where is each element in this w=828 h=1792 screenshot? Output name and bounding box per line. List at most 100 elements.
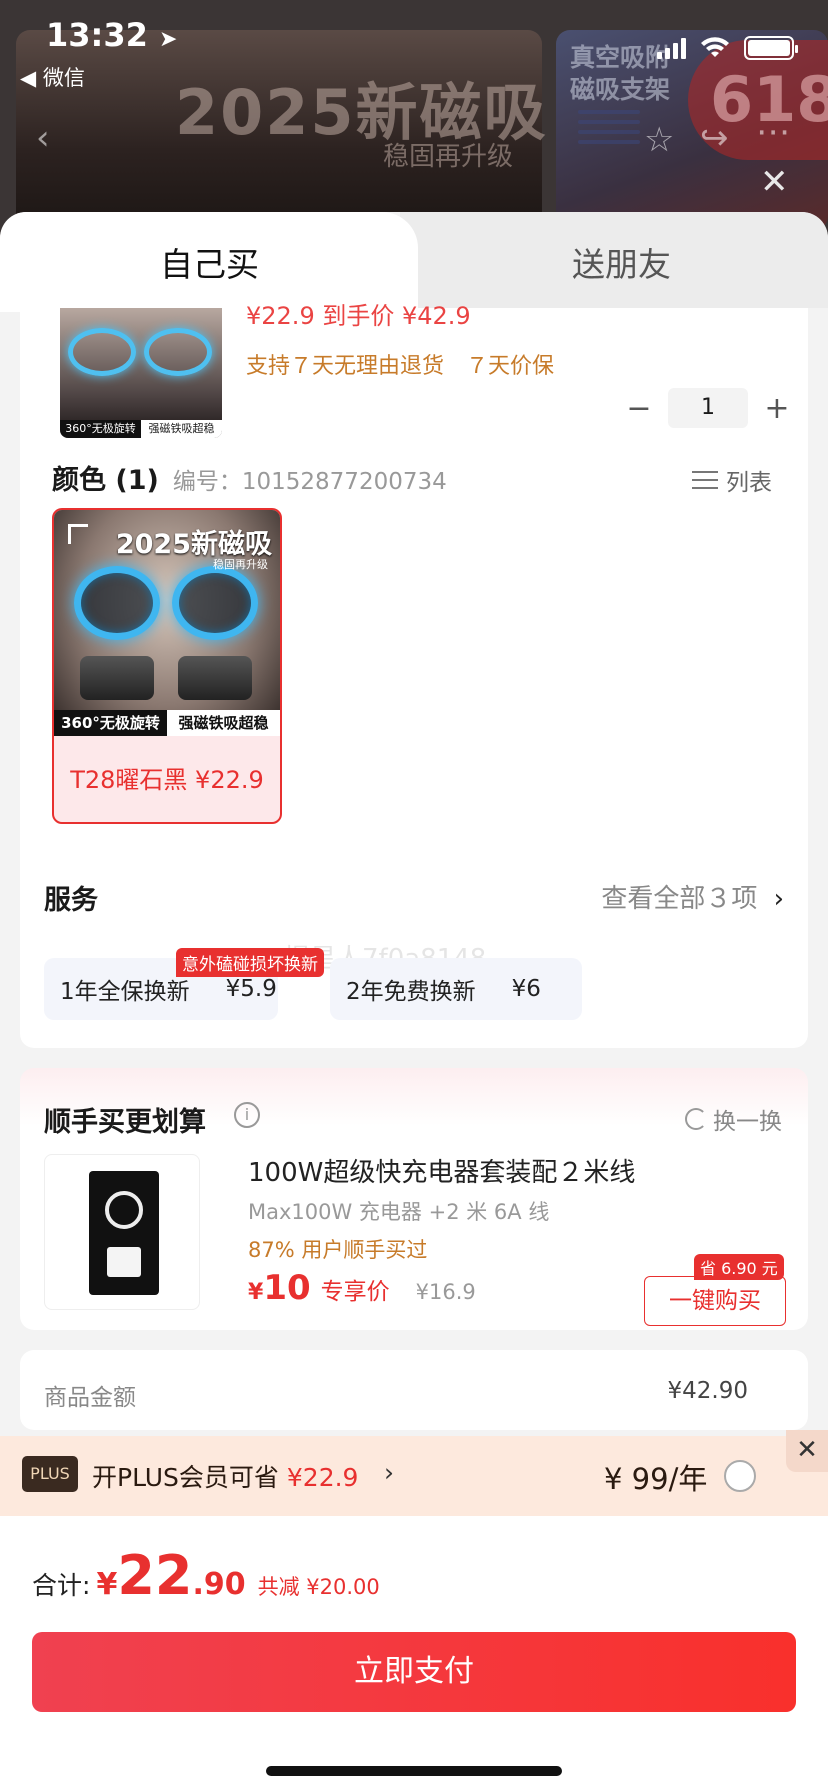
amount-card: 商品金额 ¥42.90 — [20, 1350, 808, 1430]
thumb-title-line: 真空吸附 — [570, 43, 671, 72]
wifi-icon — [701, 37, 729, 57]
thumb-tag — [578, 130, 640, 134]
list-view-toggle[interactable]: 列表 — [692, 463, 772, 497]
service-name: 2年免费换新 — [346, 979, 476, 1005]
info-icon[interactable]: i — [234, 1102, 260, 1128]
plus-select-radio[interactable] — [724, 1460, 756, 1492]
service-option-2[interactable]: 2年免费换新 ¥6 — [330, 958, 582, 1020]
expand-icon[interactable] — [68, 524, 88, 544]
cable-coil — [105, 1191, 143, 1229]
addon-bought-rate: 87% 用户顺手买过 — [248, 1238, 428, 1262]
thumb-title-line: 磁吸支架 — [570, 75, 671, 104]
total-label: 商品金额 — [44, 1385, 136, 1411]
product-ring — [144, 328, 212, 376]
plus-promo-label: 开PLUS会员可省 — [92, 1463, 279, 1492]
charger-box — [89, 1171, 159, 1295]
thumb-tag — [578, 110, 640, 114]
addon-save-tag: 省 6.90 元 — [694, 1254, 784, 1280]
service-price: ¥6 — [511, 976, 541, 1002]
product-options-card: 360°无极旋转 强磁铁吸超稳 ¥22.9 到手价 ¥42.9 支持７天无理由退… — [20, 302, 808, 1048]
variant-caption: 360°无极旋转 强磁铁吸超稳 — [54, 710, 280, 736]
addon-price: ¥ 10 专享价 ¥16.9 — [248, 1268, 476, 1308]
checkout-footer: 合计: ¥ 22 .90 共减 ¥20.00 立即支付 — [0, 1516, 828, 1792]
total-decimal: .90 — [192, 1567, 246, 1602]
color-title: 颜色 (1) — [52, 465, 159, 496]
decrease-quantity-button[interactable]: − — [618, 391, 660, 426]
chevron-right-icon[interactable]: › — [384, 1458, 394, 1487]
quantity-input[interactable]: 1 — [668, 388, 748, 428]
plus-membership-bar[interactable]: PLUS 开PLUS会员可省 ¥22.9 › ¥ 99/年 ✕ — [0, 1430, 828, 1516]
quantity-stepper: − 1 + — [618, 388, 798, 428]
charger-plug — [107, 1247, 141, 1277]
product-thumbnail[interactable]: 360°无极旋转 强磁铁吸超稳 — [60, 308, 222, 438]
view-all-services-link[interactable]: 查看全部３项 › — [601, 878, 784, 915]
more-icon[interactable]: ⋯ — [756, 112, 790, 152]
variant-image: 2025新磁吸 稳固再升级 360°无极旋转 强磁铁吸超稳 — [54, 510, 280, 736]
service-tag: 意外磕碰损坏换新 — [176, 948, 324, 977]
list-icon — [692, 468, 718, 492]
tab-gift-label[interactable]: 送朋友 — [572, 238, 671, 286]
refresh-icon — [685, 1108, 707, 1130]
chevron-right-icon: › — [773, 884, 784, 914]
back-arrow-icon[interactable]: ‹ — [36, 118, 50, 158]
addon-price-currency: ¥ — [248, 1280, 264, 1305]
product-caption: 360°无极旋转 强磁铁吸超稳 — [60, 420, 222, 438]
battery-icon — [744, 36, 798, 60]
increase-quantity-button[interactable]: + — [756, 391, 798, 426]
location-arrow-icon: ➤ — [159, 27, 178, 52]
service-header: 服务 查看全部３项 › — [44, 878, 784, 917]
signal-icon — [657, 37, 686, 59]
plus-save-amount: ¥22.9 — [286, 1463, 359, 1492]
variant-ring — [74, 566, 160, 640]
addon-product-image[interactable] — [44, 1154, 200, 1310]
addon-product-name[interactable]: 100W超级快充电器套装配２米线 — [248, 1152, 635, 1189]
banner-subtitle: 稳固再升级 — [383, 142, 514, 172]
addon-price-label: 专享价 — [320, 1279, 390, 1305]
refresh-label: 换一换 — [713, 1109, 782, 1135]
close-sheet-icon[interactable]: ✕ — [760, 162, 789, 202]
plus-badge: PLUS — [22, 1456, 78, 1492]
variant-base — [80, 656, 154, 700]
refresh-button[interactable]: 换一换 — [685, 1102, 782, 1136]
variant-ring — [172, 566, 258, 640]
color-section-header: 颜色 (1) 编号：10152877200734 — [52, 458, 447, 497]
variant-image-subtitle: 稳固再升级 — [213, 558, 268, 571]
total-currency: ¥ — [96, 1567, 118, 1602]
thumb-tags — [578, 110, 640, 150]
time-text: 13:32 — [46, 16, 148, 54]
total-integer: 22 — [117, 1544, 193, 1607]
close-icon[interactable]: ✕ — [786, 1430, 828, 1472]
variant-option-selected[interactable]: 2025新磁吸 稳固再升级 360°无极旋转 强磁铁吸超稳 T28曜石黑 ¥22… — [52, 508, 282, 824]
total-label: 合计: — [32, 1571, 91, 1600]
status-time: 13:32 ➤ — [46, 16, 177, 54]
back-to-app-link[interactable]: ◀ 微信 — [20, 62, 85, 92]
addon-card: 顺手买更划算 i 换一换 100W超级快充电器套装配２米线 Max100W 充电… — [20, 1068, 808, 1330]
service-price: ¥5.9 — [225, 976, 277, 1002]
list-label: 列表 — [726, 470, 772, 496]
total-value: ¥42.90 — [667, 1378, 748, 1404]
product-code: 编号：10152877200734 — [172, 469, 447, 495]
addon-product-spec: Max100W 充电器 +2 米 6A 线 — [248, 1200, 550, 1224]
variant-caption-left: 360°无极旋转 — [54, 710, 167, 736]
plus-price: ¥ 99/年 — [604, 1462, 708, 1496]
product-price-partial: ¥22.9 到手价 ¥42.9 — [246, 302, 471, 330]
caption-left: 360°无极旋转 — [60, 420, 141, 438]
product-ring — [68, 328, 136, 376]
variant-label: T28曜石黑 ¥22.9 — [70, 766, 264, 794]
addon-price-value: 10 — [263, 1268, 311, 1308]
home-indicator — [266, 1766, 562, 1776]
tab-self-buy-label[interactable]: 自己买 — [160, 238, 259, 286]
one-click-buy-button[interactable]: 一键购买 — [644, 1276, 786, 1326]
pay-now-button[interactable]: 立即支付 — [32, 1632, 796, 1712]
status-icons — [657, 36, 798, 60]
star-icon[interactable]: ☆ — [644, 120, 674, 160]
thumb-tag — [578, 140, 640, 144]
thumb-title: 真空吸附 磁吸支架 — [570, 42, 670, 106]
caption-right: 强磁铁吸超稳 — [148, 422, 215, 435]
variant-caption-right: 强磁铁吸超稳 — [167, 710, 280, 736]
return-policy-text: 支持７天无理由退货 ７天价保 — [246, 354, 555, 379]
service-name: 1年全保换新 — [60, 979, 190, 1005]
thumb-tag — [578, 120, 640, 124]
addon-title: 顺手买更划算 — [44, 1107, 206, 1138]
share-icon[interactable]: ↪ — [700, 118, 729, 158]
